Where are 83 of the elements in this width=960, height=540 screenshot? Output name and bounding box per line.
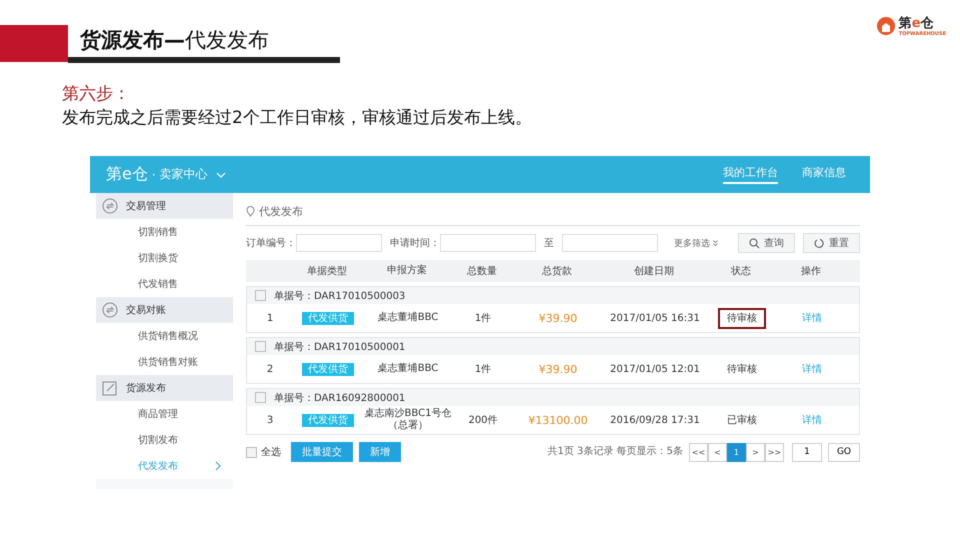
type-tag: 代发供货 — [302, 312, 354, 325]
chevron-right-icon — [215, 461, 221, 471]
brand-logo: 第e仓 — [106, 164, 148, 185]
chevron-down-icon[interactable] — [216, 172, 226, 178]
checkbox[interactable] — [255, 392, 266, 403]
checkbox[interactable] — [255, 290, 266, 301]
brand-separator: · — [152, 168, 156, 182]
table-cell-text: 2017/01/05 16:31 — [609, 312, 701, 324]
logo-name: 第e仓 — [898, 17, 935, 31]
select-all-checkbox[interactable] — [246, 446, 257, 458]
column-header: 单据类型 — [306, 264, 348, 278]
more-filters-link[interactable]: 更多筛选 — [674, 236, 710, 250]
title-accent-block — [0, 25, 68, 62]
column-header: 创建日期 — [633, 264, 675, 278]
sidebar-item[interactable]: 切割发布 — [96, 427, 233, 453]
order-number: 单据号：DAR17010500001 — [274, 340, 406, 354]
table-cell-text: 1件 — [474, 312, 492, 325]
sidebar-section[interactable]: 货源发布 — [96, 375, 233, 401]
search-icon — [749, 238, 760, 248]
filter-label: 订单编号： — [246, 236, 296, 250]
column-header: 总货款 — [541, 264, 573, 278]
page-number-field[interactable]: 1 — [792, 442, 822, 462]
status-text: 待审核 — [726, 362, 758, 377]
page-button[interactable]: >> — [764, 442, 784, 462]
type-tag: 代发供货 — [302, 363, 354, 376]
cycle-arrows-icon — [102, 198, 118, 214]
type-tag: 代发供货 — [302, 414, 354, 427]
column-header: 申报方案 — [386, 265, 428, 277]
column-header: 状态 — [730, 264, 752, 278]
section-title: 交易管理 — [126, 200, 166, 213]
pagination-summary: 共1页 3条记录 每页显示：5条 — [547, 445, 683, 459]
order-number-field[interactable] — [296, 234, 382, 252]
cycle-arrows-icon — [102, 302, 118, 318]
select-all-label: 全选 — [261, 446, 281, 459]
table-cell-text: 200件 — [467, 414, 499, 427]
page-button[interactable]: << — [688, 442, 708, 462]
sidebar-item[interactable]: 切割换货 — [96, 245, 233, 271]
sidebar-item[interactable]: 商品管理 — [96, 401, 233, 427]
table-cell-text: 桌志董埔BBC — [376, 312, 440, 324]
table-cell-text: 桌志董埔BBC — [376, 363, 440, 375]
edit-icon — [102, 380, 118, 396]
search-button[interactable]: 查询 — [738, 233, 795, 253]
table-cell-text: 2 — [266, 364, 274, 374]
page-breadcrumb: 代发发布 — [259, 204, 303, 218]
brand-subtitle: 卖家中心 — [160, 166, 208, 183]
go-button[interactable]: GO — [828, 442, 860, 462]
page-button[interactable]: > — [746, 442, 765, 462]
step-label: 第六步： — [62, 83, 131, 106]
table-cell-text: 3 — [266, 414, 274, 426]
table-cell-text: 2017/01/05 12:01 — [609, 364, 701, 374]
amount-cell-text: ¥39.90 — [538, 312, 578, 324]
column-header: 总数量 — [466, 264, 498, 278]
status-text: 待审核 — [718, 308, 766, 329]
table-cell-text: 1件 — [474, 363, 492, 376]
filter-label: 至 — [544, 237, 554, 250]
start-date-field[interactable] — [440, 234, 536, 252]
sidebar-item[interactable]: 代发销售 — [96, 271, 233, 297]
order-number: 单据号：DAR17010500003 — [274, 290, 406, 302]
double-chevron-down-icon[interactable] — [713, 240, 718, 246]
sidebar-section[interactable]: 交易对账 — [96, 297, 233, 323]
sidebar-section[interactable]: 交易管理 — [96, 193, 233, 219]
filter-label: 申请时间： — [390, 236, 440, 250]
sidebar-item[interactable]: 供货销售概况 — [96, 323, 233, 349]
refresh-icon — [814, 238, 825, 248]
reset-button[interactable]: 重置 — [803, 233, 860, 253]
step-text: 发布完成之后需要经过2个工作日审核，审核通过后发布上线。 — [62, 107, 533, 130]
column-header: 操作 — [800, 265, 822, 278]
slide-title: 货源发布—代发发布 — [80, 27, 270, 54]
section-title: 货源发布 — [126, 382, 166, 395]
amount-cell-text: ¥13100.00 — [527, 414, 589, 426]
table-cell-text: 1 — [266, 312, 274, 324]
order-number: 单据号：DAR16092800001 — [274, 392, 406, 404]
section-title: 交易对账 — [126, 304, 166, 317]
sidebar-item[interactable]: 切割销售 — [96, 219, 233, 245]
checkbox[interactable] — [255, 341, 266, 352]
sidebar-item[interactable]: 供货销售对账 — [96, 349, 233, 375]
amount-cell-text: ¥39.90 — [538, 362, 578, 376]
page-button[interactable]: < — [708, 442, 727, 462]
table-cell-text: 桌志南沙BBC1号仓（总署） — [364, 408, 452, 432]
table-cell-text: 2016/09/28 17:31 — [609, 414, 701, 426]
location-pin-icon — [246, 206, 255, 216]
end-date-field[interactable] — [562, 234, 658, 252]
status-text: 已审核 — [726, 414, 758, 428]
